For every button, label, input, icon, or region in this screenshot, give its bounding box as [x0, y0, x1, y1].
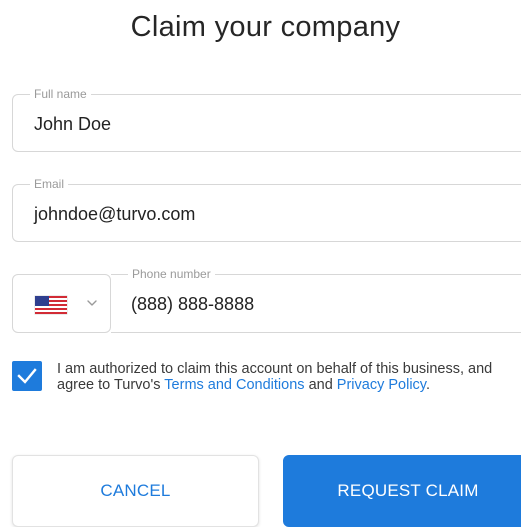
terms-and-conditions-link[interactable]: Terms and Conditions — [164, 377, 304, 393]
checkmark-icon — [17, 368, 37, 384]
us-flag-icon — [35, 296, 67, 314]
consent-text: I am authorized to claim this account on… — [57, 361, 497, 393]
phone-number-value[interactable]: (888) 888-8888 — [131, 294, 254, 314]
consent-text-middle: and — [304, 377, 337, 393]
request-claim-button[interactable]: REQUEST CLAIM — [283, 455, 521, 527]
page-title: Claim your company — [130, 11, 401, 43]
consent-text-after: . — [425, 377, 430, 393]
cancel-button[interactable]: CANCEL — [12, 455, 259, 527]
email-value[interactable]: johndoe@turvo.com — [34, 204, 195, 224]
chevron-down-icon — [87, 300, 97, 306]
email-field[interactable]: Email johndoe@turvo.com — [12, 177, 521, 242]
phone-number-label: Phone number — [128, 267, 215, 281]
privacy-policy-link[interactable]: Privacy Policy — [337, 377, 426, 393]
email-label: Email — [30, 177, 69, 191]
phone-number-field[interactable]: Phone number (888) 888-8888 — [111, 267, 521, 333]
consent-checkbox[interactable] — [12, 361, 42, 391]
full-name-value[interactable]: John Doe — [34, 114, 111, 134]
full-name-label: Full name — [30, 87, 91, 101]
country-code-select[interactable] — [12, 274, 111, 333]
full-name-field[interactable]: Full name John Doe — [12, 87, 521, 152]
